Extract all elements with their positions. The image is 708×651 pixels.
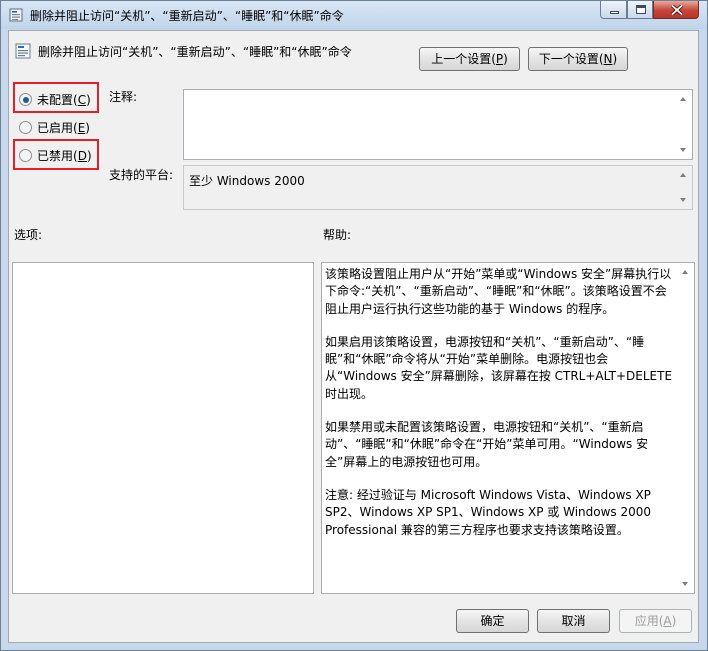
close-button[interactable] <box>653 1 699 19</box>
scroll-down-icon <box>682 582 688 586</box>
help-panel: 该策略设置阻止用户从“开始”菜单或“Windows 安全”屏幕执行以下命令:“关… <box>321 262 695 594</box>
radio-enabled-label: 已启用( <box>37 121 78 135</box>
help-paragraph: 如果禁用或未配置该策略设置，电源按钮和“关机”、“重新启动”、“睡眠”和“休眠”… <box>325 420 649 469</box>
radio-disabled-paren: ) <box>86 149 92 163</box>
comment-scrollbar[interactable] <box>675 90 692 159</box>
supported-platform-label: 支持的平台: <box>109 168 174 182</box>
help-paragraph: 注意: 经过验证与 Microsoft Windows Vista、Window… <box>325 487 652 537</box>
radio-disabled-accesskey: D <box>77 149 87 163</box>
options-section-label: 选项: <box>14 228 43 242</box>
scroll-down-icon <box>680 148 686 152</box>
scroll-up-icon <box>680 97 686 101</box>
apply-accesskey: A <box>663 614 672 628</box>
window-title: 删除并阻止访问“关机”、“重新启动”、“睡眠”和“休眠”命令 <box>30 9 344 23</box>
scroll-down-icon <box>680 198 686 202</box>
minimize-button[interactable] <box>600 1 627 19</box>
comment-label: 注释: <box>109 90 138 104</box>
policy-document-icon <box>15 43 31 59</box>
next-setting-button[interactable]: 下一个设置(N) <box>528 47 628 71</box>
radio-not-configured-paren: ) <box>86 93 91 107</box>
minimize-icon <box>610 11 619 14</box>
policy-dialog-window: 删除并阻止访问“关机”、“重新启动”、“睡眠”和“休眠”命令 删除并阻止访问“关… <box>0 0 708 651</box>
help-paragraph: 该策略设置阻止用户从“开始”菜单或“Windows 安全”屏幕执行以下命令:“关… <box>325 267 672 316</box>
radio-disabled[interactable]: 已禁用(D) <box>19 147 92 165</box>
next-setting-paren: ) <box>612 52 618 66</box>
previous-setting-paren: ) <box>503 52 508 66</box>
help-section-label: 帮助: <box>323 228 352 242</box>
supported-platform-value: 至少 Windows 2000 <box>189 174 305 188</box>
scroll-up-icon <box>682 270 688 274</box>
help-paragraph: 如果启用该策略设置，电源按钮和“关机”、“重新启动”、“睡眠”和“休眠”命令将从… <box>325 334 673 401</box>
policy-name: 删除并阻止访问“关机”、“重新启动”、“睡眠”和“休眠”命令 <box>38 45 352 59</box>
ok-button[interactable]: 确定 <box>456 609 529 633</box>
next-setting-label: 下一个设置( <box>538 52 604 66</box>
scroll-up-icon <box>680 173 686 177</box>
radio-unselected-icon <box>19 121 32 134</box>
maximize-button[interactable] <box>627 1 653 19</box>
policy-setting-icon <box>9 8 23 22</box>
apply-label: 应用( <box>634 614 664 628</box>
radio-not-configured-label: 未配置( <box>37 93 78 107</box>
radio-selected-icon <box>19 93 32 106</box>
previous-setting-button[interactable]: 上一个设置(P) <box>419 47 520 71</box>
help-scrollbar[interactable] <box>677 263 694 593</box>
close-icon <box>671 5 683 15</box>
title-bar[interactable]: 删除并阻止访问“关机”、“重新启动”、“睡眠”和“休眠”命令 <box>1 1 707 29</box>
options-panel <box>12 262 314 594</box>
comment-textarea[interactable] <box>183 89 693 160</box>
platform-scrollbar[interactable] <box>675 166 692 209</box>
help-text: 该策略设置阻止用户从“开始”菜单或“Windows 安全”屏幕执行以下命令:“关… <box>325 266 678 555</box>
maximize-icon <box>636 5 646 14</box>
radio-not-configured-accesskey: C <box>77 93 87 107</box>
previous-setting-label: 上一个设置( <box>431 52 496 66</box>
radio-enabled[interactable]: 已启用(E) <box>19 119 90 137</box>
cancel-label: 取消 <box>561 614 586 628</box>
cancel-button[interactable]: 取消 <box>537 609 610 633</box>
radio-not-configured[interactable]: 未配置(C) <box>19 91 91 109</box>
apply-button[interactable]: 应用(A) <box>619 609 692 633</box>
apply-paren: ) <box>671 614 677 628</box>
ok-label: 确定 <box>480 614 505 628</box>
radio-enabled-paren: ) <box>85 121 90 135</box>
radio-disabled-label: 已禁用( <box>37 149 78 163</box>
radio-unselected-icon <box>19 149 32 162</box>
dialog-client-area: 删除并阻止访问“关机”、“重新启动”、“睡眠”和“休眠”命令 上一个设置(P) … <box>8 30 699 643</box>
supported-platform-field: 至少 Windows 2000 <box>183 165 693 210</box>
